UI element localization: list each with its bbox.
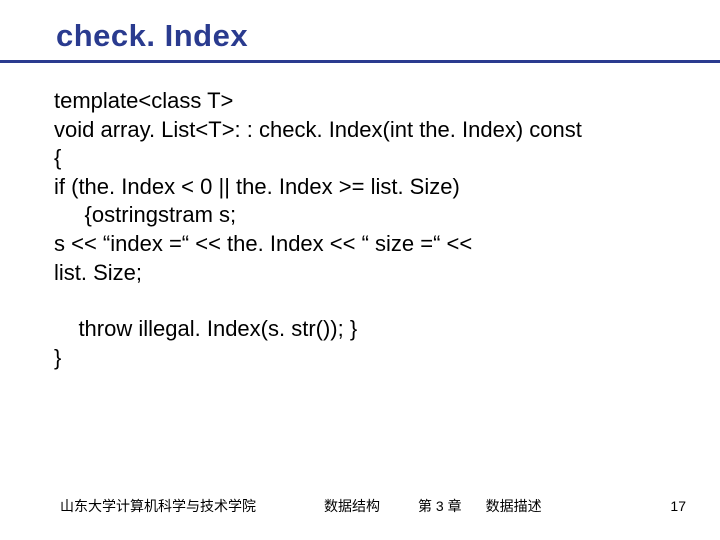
page-number: 17 bbox=[670, 498, 686, 514]
footer-institution: 山东大学计算机科学与技术学院 bbox=[60, 496, 256, 516]
code-line-5: {ostringstram s; bbox=[54, 201, 650, 230]
code-line-2: void array. List<T>: : check. Index(int … bbox=[54, 116, 650, 145]
code-block: template<class T> void array. List<T>: :… bbox=[0, 63, 650, 372]
footer-chapter: 第 3 章 bbox=[418, 496, 462, 516]
code-line-8: throw illegal. Index(s. str()); } bbox=[54, 315, 650, 344]
code-line-4: if (the. Index < 0 || the. Index >= list… bbox=[54, 173, 650, 202]
footer-topic: 数据描述 bbox=[486, 496, 542, 516]
code-line-9: } bbox=[54, 344, 650, 373]
slide-title: check. Index bbox=[56, 18, 720, 54]
code-line-7: list. Size; bbox=[54, 259, 650, 288]
code-line-3: { bbox=[54, 144, 650, 173]
footer: 山东大学计算机科学与技术学院 数据结构 第 3 章 数据描述 17 bbox=[60, 496, 686, 516]
footer-course: 数据结构 bbox=[324, 496, 380, 516]
code-line-6: s << “index =“ << the. Index << “ size =… bbox=[54, 230, 650, 259]
code-line-1: template<class T> bbox=[54, 87, 650, 116]
